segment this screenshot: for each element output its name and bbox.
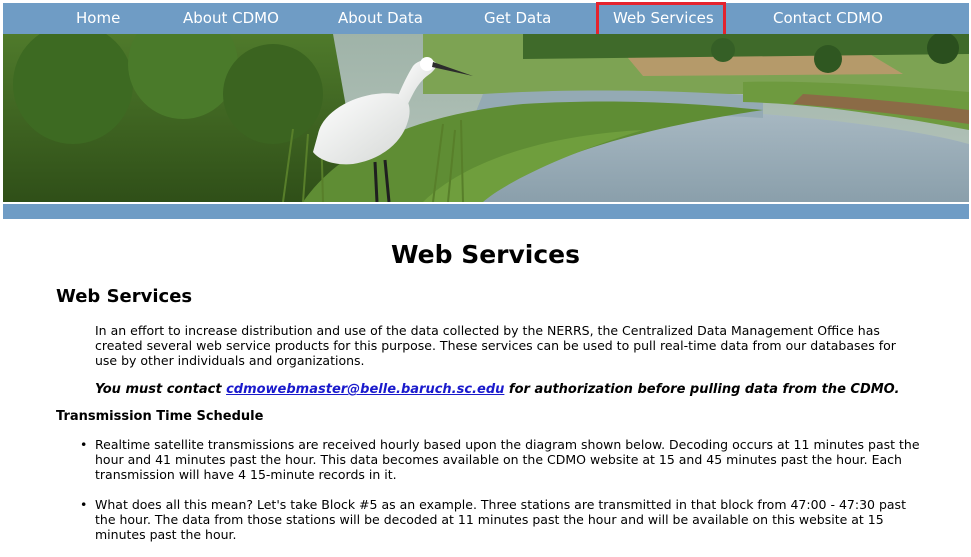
list-item: What does all this mean? Let's take Bloc… [80,497,925,542]
notice-suffix: for authorization before pulling data fr… [504,382,900,397]
section-title: Web Services [56,286,193,307]
schedule-bullet-list: Realtime satellite transmissions are rec… [80,437,925,557]
nav-get-data[interactable]: Get Data [484,3,551,34]
nav-contact-cdmo[interactable]: Contact CDMO [773,3,883,34]
nav-about-data[interactable]: About Data [338,3,423,34]
intro-paragraph: In an effort to increase distribution an… [95,323,896,368]
webmaster-email-link[interactable]: cdmowebmaster@belle.baruch.sc.edu [226,382,504,397]
nav-home[interactable]: Home [76,3,120,34]
list-item: Realtime satellite transmissions are rec… [80,437,925,482]
header-banner-image [3,34,969,202]
authorization-notice: You must contact cdmowebmaster@belle.bar… [95,382,899,397]
egret-river-landscape [3,34,969,202]
top-nav: Home About CDMO About Data Get Data Web … [3,3,969,34]
notice-prefix: You must contact [95,382,227,397]
nav-about-cdmo[interactable]: About CDMO [183,3,279,34]
page-title: Web Services [390,240,581,269]
schedule-heading: Transmission Time Schedule [56,409,264,424]
banner-underbar [3,204,969,219]
